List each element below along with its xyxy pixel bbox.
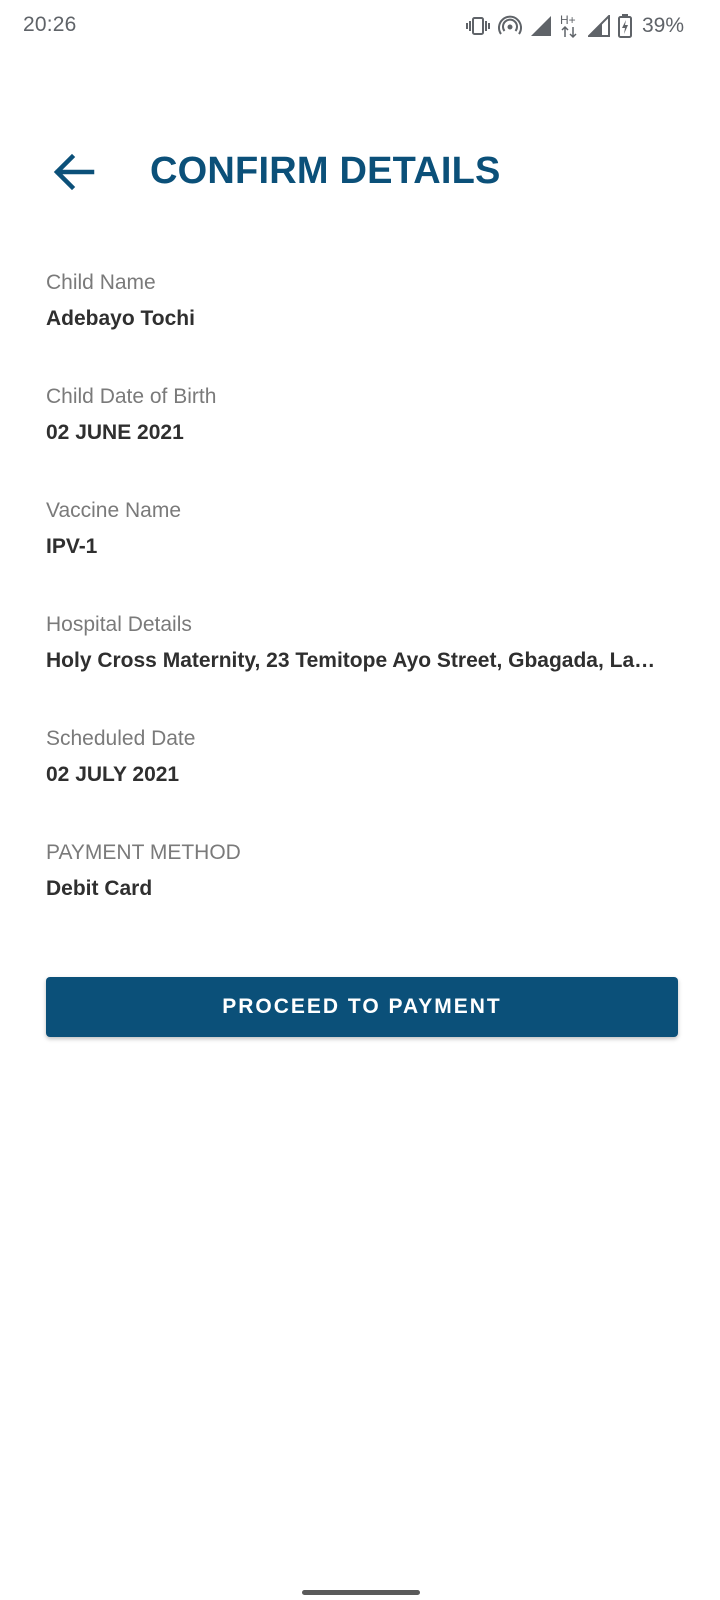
detail-label: Hospital Details — [46, 613, 192, 636]
gesture-nav-handle[interactable] — [302, 1590, 420, 1595]
battery-percentage: 39% — [641, 14, 684, 37]
status-time: 20:26 — [23, 13, 77, 36]
detail-value: 02 JUNE 2021 — [46, 421, 184, 444]
status-bar: 20:26 H+ 39% — [0, 0, 720, 52]
detail-child-dob: Child Date of Birth 02 JUNE 2021 — [46, 382, 666, 496]
arrow-left-icon — [53, 153, 95, 191]
detail-scheduled-date: Scheduled Date 02 JULY 2021 — [46, 724, 666, 838]
svg-text:H+: H+ — [560, 13, 576, 27]
detail-value: 02 JULY 2021 — [46, 763, 180, 786]
detail-label: Child Date of Birth — [46, 385, 217, 408]
detail-child-name: Child Name Adebayo Tochi — [46, 268, 666, 382]
proceed-to-payment-button[interactable]: PROCEED TO PAYMENT — [46, 977, 678, 1037]
detail-label: Vaccine Name — [46, 499, 182, 522]
detail-vaccine-name: Vaccine Name IPV-1 — [46, 496, 666, 610]
detail-label: Child Name — [46, 271, 156, 294]
page-title: CONFIRM DETAILS — [150, 150, 501, 192]
battery-charging-icon — [617, 14, 632, 38]
status-icons: H+ 39% — [465, 12, 684, 40]
hplus-data-icon: H+ — [560, 13, 580, 39]
detail-payment-method: PAYMENT METHOD Debit Card — [46, 838, 666, 952]
detail-label: Scheduled Date — [46, 727, 196, 750]
hotspot-icon — [498, 15, 522, 37]
detail-value: Holy Cross Maternity, 23 Temitope Ayo St… — [46, 649, 664, 672]
signal-icon — [530, 15, 552, 37]
vibrate-icon — [465, 16, 490, 36]
app-header: CONFIRM DETAILS — [0, 140, 720, 204]
detail-value: IPV-1 — [46, 535, 98, 558]
details-list: Child Name Adebayo Tochi Child Date of B… — [46, 268, 666, 952]
detail-value: Adebayo Tochi — [46, 307, 195, 330]
detail-value: Debit Card — [46, 877, 153, 900]
back-button[interactable] — [44, 142, 104, 202]
detail-label: PAYMENT METHOD — [46, 841, 241, 864]
detail-hospital: Hospital Details Holy Cross Maternity, 2… — [46, 610, 666, 724]
signal-icon — [587, 15, 610, 37]
